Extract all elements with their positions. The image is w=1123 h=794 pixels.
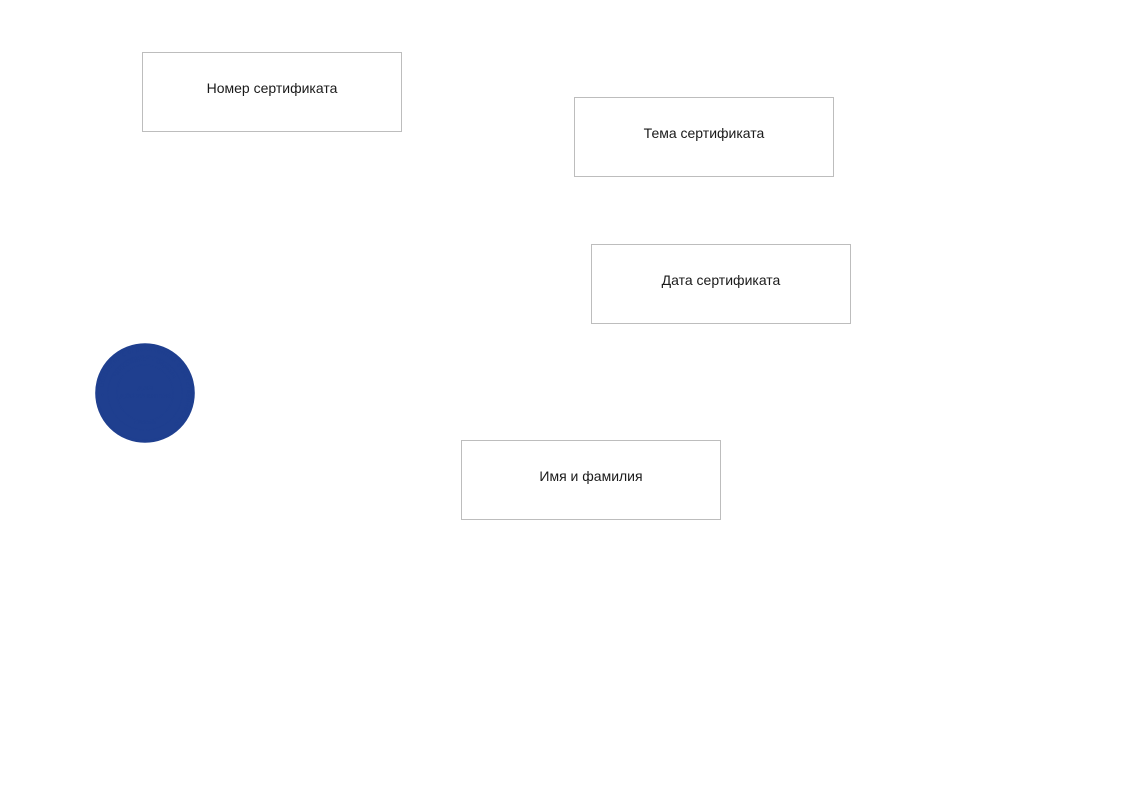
stamp-icon: Общество с ограниченной ответственностью…	[95, 343, 195, 443]
stamp-center-line2: ДОКУМЕНТОВ	[119, 392, 171, 400]
certificate-number-field[interactable]: Номер сертификата	[142, 52, 402, 132]
certificate-date-field[interactable]: Дата сертификата	[591, 244, 851, 324]
stamp-city-text: г.Москва	[134, 420, 156, 426]
certificate-date-label: Дата сертификата	[661, 272, 781, 288]
certificate-canvas: Номер сертификата Тема сертификата Дата …	[0, 0, 1123, 794]
recipient-name-label: Имя и фамилия	[539, 468, 643, 484]
stamp-center-line1: ДЛЯ	[137, 384, 153, 392]
company-stamp[interactable]: Общество с ограниченной ответственностью…	[94, 342, 196, 444]
certificate-topic-field[interactable]: Тема сертификата	[574, 97, 834, 177]
recipient-name-field[interactable]: Имя и фамилия	[461, 440, 721, 520]
certificate-number-label: Номер сертификата	[206, 80, 338, 96]
certificate-topic-label: Тема сертификата	[643, 125, 765, 141]
